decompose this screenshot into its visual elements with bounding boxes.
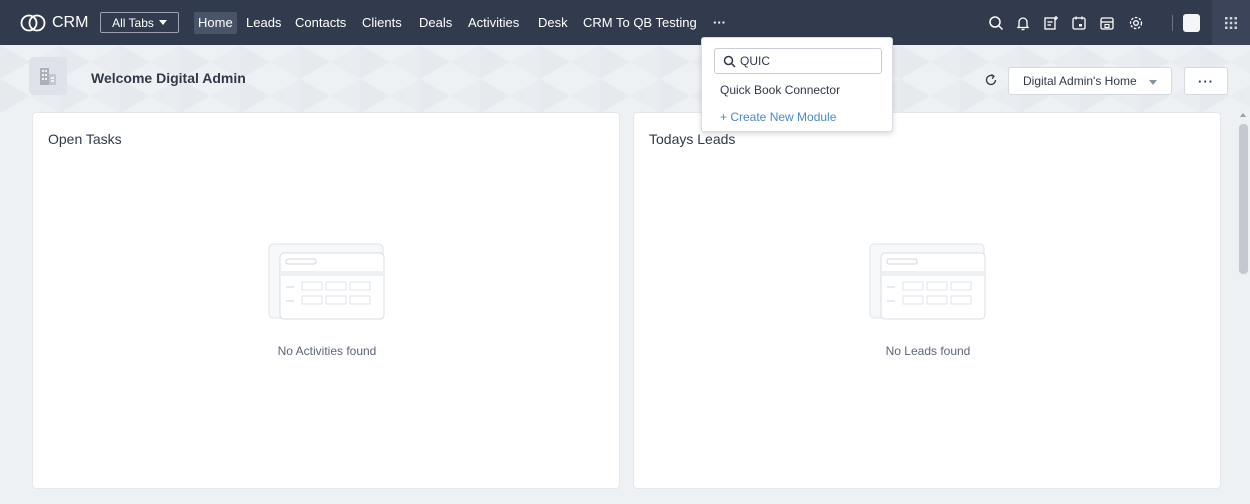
empty-table-illustration	[268, 243, 385, 320]
todays-leads-panel: Todays Leads No Leads found	[633, 112, 1221, 489]
all-tabs-button[interactable]: All Tabs	[100, 12, 179, 33]
panel-title: Todays Leads	[649, 131, 736, 147]
calendar-icon[interactable]	[1068, 12, 1090, 34]
search-icon[interactable]	[985, 12, 1007, 34]
tab-leads[interactable]: Leads	[242, 12, 285, 34]
tab-crm-to-qb-testing[interactable]: CRM To QB Testing	[579, 12, 701, 34]
crm-logo-icon	[20, 14, 46, 32]
top-navigation-bar: CRM All Tabs Home Leads Contacts Clients…	[0, 0, 1250, 45]
topbar-divider	[1172, 15, 1173, 31]
refresh-icon[interactable]	[983, 72, 999, 88]
empty-state-text: No Activities found	[277, 344, 377, 358]
panel-title: Open Tasks	[48, 131, 122, 147]
scrollbar-thumb[interactable]	[1239, 124, 1248, 274]
organization-icon	[29, 57, 67, 95]
brand-name: CRM	[52, 14, 89, 31]
apps-grid-icon[interactable]	[1212, 0, 1250, 45]
tab-clients[interactable]: Clients	[358, 12, 406, 34]
all-tabs-label: All Tabs	[112, 15, 154, 30]
gear-icon[interactable]	[1125, 12, 1147, 34]
tab-more[interactable]: ···	[709, 12, 730, 34]
search-icon	[723, 55, 736, 68]
caret-down-icon	[158, 20, 167, 25]
empty-state-text: No Leads found	[885, 344, 971, 358]
caret-down-icon	[1149, 80, 1157, 85]
scroll-up-arrow-icon[interactable]	[1240, 113, 1246, 117]
tab-deals[interactable]: Deals	[415, 12, 456, 34]
module-search-input[interactable]	[740, 54, 880, 68]
welcome-heading: Welcome Digital Admin	[91, 70, 246, 86]
crm-logo[interactable]: CRM	[20, 12, 88, 34]
tab-home[interactable]: Home	[194, 12, 237, 34]
more-options-button[interactable]: ···	[1184, 67, 1228, 95]
empty-table-illustration	[869, 243, 986, 320]
home-view-selector[interactable]: Digital Admin's Home	[1008, 67, 1172, 95]
store-icon[interactable]	[1096, 12, 1118, 34]
home-view-label: Digital Admin's Home	[1023, 74, 1137, 88]
create-new-module-link[interactable]: + Create New Module	[720, 110, 836, 124]
tab-activities[interactable]: Activities	[464, 12, 523, 34]
module-search-box[interactable]	[714, 48, 882, 74]
bell-icon[interactable]	[1012, 12, 1034, 34]
open-tasks-panel: Open Tasks No Activities found	[32, 112, 620, 489]
tab-contacts[interactable]: Contacts	[291, 12, 350, 34]
module-result-quick-book-connector[interactable]: Quick Book Connector	[720, 83, 840, 97]
tab-desk[interactable]: Desk	[534, 12, 572, 34]
module-search-dropdown: Quick Book Connector + Create New Module	[701, 37, 893, 132]
avatar[interactable]	[1183, 14, 1200, 32]
calendar-add-icon[interactable]	[1040, 12, 1062, 34]
